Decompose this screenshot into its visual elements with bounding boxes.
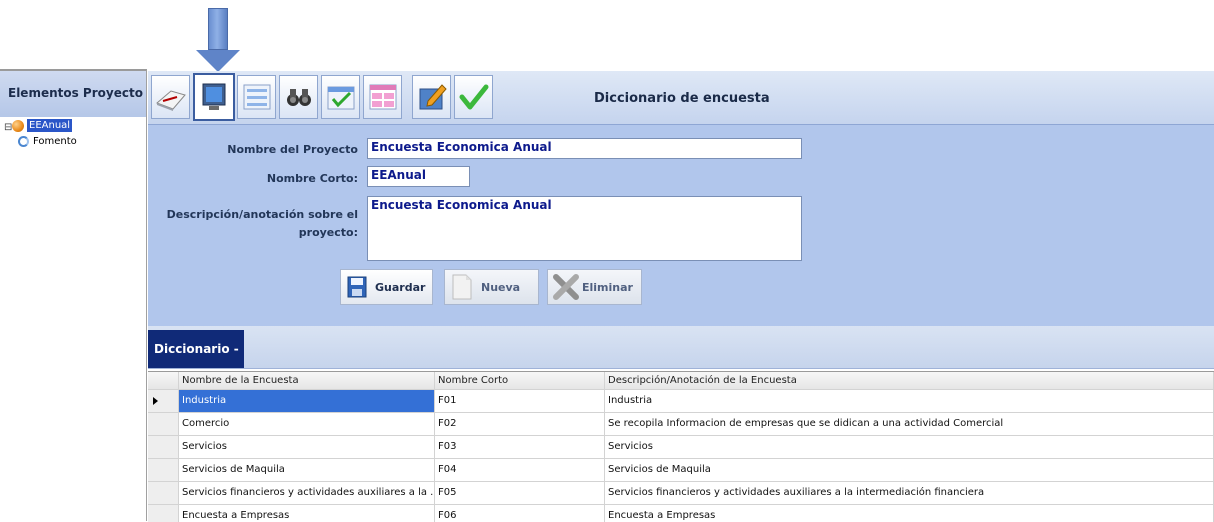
cell-short-name[interactable]: F04 (435, 459, 605, 482)
table-row[interactable]: Servicios de Maquila F04 Servicios de Ma… (148, 459, 1214, 482)
cell-survey-name[interactable]: Servicios de Maquila (179, 459, 435, 482)
row-selector[interactable] (148, 413, 179, 436)
survey-grid: Nombre de la Encuesta Nombre Corto Descr… (148, 371, 1214, 522)
toolbar-button-checklist[interactable] (321, 75, 360, 119)
toolbar-button-confirm[interactable] (454, 75, 493, 119)
toolbar-button-edit[interactable] (412, 75, 451, 119)
description-label: Descripción/anotación sobre el proyecto: (150, 206, 358, 242)
cell-description[interactable]: Encuesta a Empresas (605, 505, 1214, 522)
toolbar-button-binoculars[interactable] (279, 75, 318, 119)
cell-description[interactable]: Servicios financieros y actividades auxi… (605, 482, 1214, 505)
table-row[interactable]: Industria F01 Industria (148, 390, 1214, 413)
column-header-description[interactable]: Descripción/Anotación de la Encuesta (605, 372, 1214, 390)
short-name-field[interactable]: EEAnual (367, 166, 470, 187)
new-button-label: Nueva (481, 280, 521, 294)
row-selector[interactable] (148, 505, 179, 522)
cell-short-name[interactable]: F01 (435, 390, 605, 413)
column-header-short-name[interactable]: Nombre Corto (435, 372, 605, 390)
row-selector[interactable] (148, 459, 179, 482)
toolbar-button-book[interactable] (151, 75, 190, 119)
description-label-line-1: Descripción/anotación sobre el (166, 208, 358, 221)
tree-node-eeanual[interactable]: EEAnual (12, 119, 73, 132)
tree-node-label: EEAnual (27, 119, 73, 132)
new-document-icon (452, 274, 472, 300)
short-name-label: Nombre Corto: (266, 172, 358, 185)
book-icon (155, 90, 186, 111)
delete-x-icon (553, 274, 579, 300)
project-elements-title: Elementos Proyecto (8, 86, 143, 100)
table-icon (369, 84, 396, 110)
row-selector[interactable] (148, 390, 179, 413)
page-title: Diccionario de encuesta (594, 91, 770, 106)
monitor-icon (202, 83, 226, 110)
cell-description[interactable]: Servicios (605, 436, 1214, 459)
row-selector[interactable] (148, 482, 179, 505)
toolbar-button-monitor[interactable] (193, 73, 235, 121)
table-row[interactable]: Encuesta a Empresas F06 Encuesta a Empre… (148, 505, 1214, 522)
cell-short-name[interactable]: F02 (435, 413, 605, 436)
delete-button[interactable]: Eliminar (547, 269, 642, 305)
floppy-disk-icon (347, 276, 367, 298)
cell-survey-name[interactable]: Servicios (179, 436, 435, 459)
cell-survey-name[interactable]: Encuesta a Empresas (179, 505, 435, 522)
delete-button-label: Eliminar (582, 280, 633, 294)
save-button[interactable]: Guardar (340, 269, 433, 305)
edit-icon (419, 84, 447, 110)
new-button[interactable]: Nueva (444, 269, 539, 305)
pointer-arrow-shaft (208, 8, 228, 50)
pointer-arrow-icon (196, 50, 240, 72)
column-header-survey-name[interactable]: Nombre de la Encuesta (179, 372, 435, 390)
tree-node-label: Fomento (33, 136, 77, 147)
cell-survey-name[interactable]: Servicios financieros y actividades auxi… (179, 482, 435, 505)
toolbar-button-form[interactable] (237, 75, 276, 119)
cell-short-name[interactable]: F06 (435, 505, 605, 522)
grid-corner (148, 372, 179, 390)
cell-short-name[interactable]: F03 (435, 436, 605, 459)
orange-circle-icon (12, 119, 24, 132)
grid-header-row: Nombre de la Encuesta Nombre Corto Descr… (148, 372, 1214, 390)
project-name-label: Nombre del Proyecto (227, 143, 358, 156)
checklist-icon (327, 86, 354, 110)
toolbar-button-table[interactable] (363, 75, 402, 119)
table-row[interactable]: Servicios financieros y actividades auxi… (148, 482, 1214, 505)
cell-short-name[interactable]: F05 (435, 482, 605, 505)
dictionary-tab-bar (148, 326, 1214, 369)
tab-dictionary-label: Diccionario - (154, 342, 239, 356)
tree-node-fomento[interactable]: Fomento (18, 136, 77, 147)
table-row[interactable]: Servicios F03 Servicios (148, 436, 1214, 459)
checkmark-icon (459, 84, 488, 110)
cell-survey-name[interactable]: Industria (179, 390, 435, 413)
cell-description[interactable]: Se recopila Informacion de empresas que … (605, 413, 1214, 436)
description-label-line-2: proyecto: (298, 226, 358, 239)
cycle-icon (18, 136, 29, 147)
description-field[interactable]: Encuesta Economica Anual (367, 196, 802, 261)
save-button-label: Guardar (375, 280, 426, 294)
row-selector[interactable] (148, 436, 179, 459)
form-icon (243, 84, 270, 110)
table-row[interactable]: Comercio F02 Se recopila Informacion de … (148, 413, 1214, 436)
cell-description[interactable]: Industria (605, 390, 1214, 413)
project-name-field[interactable]: Encuesta Economica Anual (367, 138, 802, 159)
binoculars-icon (286, 89, 311, 106)
cell-survey-name[interactable]: Comercio (179, 413, 435, 436)
cell-description[interactable]: Servicios de Maquila (605, 459, 1214, 482)
current-row-indicator-icon (153, 397, 158, 405)
